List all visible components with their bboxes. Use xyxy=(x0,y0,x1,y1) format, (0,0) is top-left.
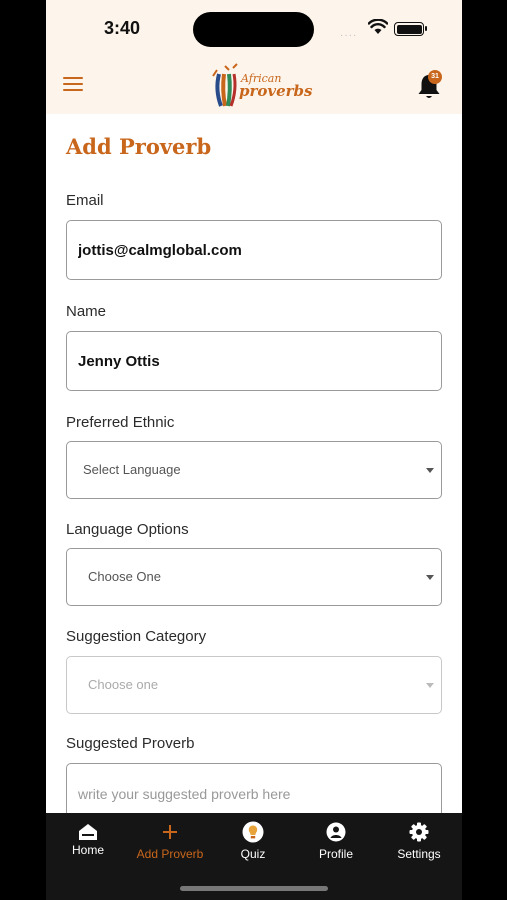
name-label: Name xyxy=(66,303,107,320)
suggestion-category-label: Suggestion Category xyxy=(66,628,207,645)
wifi-icon xyxy=(368,19,388,34)
language-options-select[interactable]: Choose One xyxy=(66,548,442,606)
suggestion-category-select[interactable]: Choose one xyxy=(66,656,442,714)
tab-settings[interactable]: Settings xyxy=(379,821,459,861)
language-options-value: Choose One xyxy=(88,569,161,584)
tab-home-label: Home xyxy=(71,843,104,857)
gear-icon xyxy=(409,822,429,842)
notification-badge: 31 xyxy=(428,70,442,84)
status-time: 3:40 xyxy=(104,18,141,38)
tab-quiz-label: Quiz xyxy=(240,847,266,861)
tab-add-proverb[interactable]: Add Proverb xyxy=(130,821,210,861)
chevron-down-icon xyxy=(426,575,434,580)
profile-icon xyxy=(326,822,346,842)
suggestion-category-value: Choose one xyxy=(88,677,159,692)
dynamic-island xyxy=(193,12,314,47)
tab-home[interactable]: Home xyxy=(48,821,128,857)
logo-figure-icon xyxy=(212,63,238,107)
home-icon xyxy=(79,824,97,840)
language-options-label: Language Options xyxy=(66,521,189,538)
chevron-down-icon xyxy=(426,468,434,473)
signal-icon: ···· xyxy=(340,30,358,41)
tab-quiz[interactable]: Quiz xyxy=(213,821,293,861)
logo-text-line2: proverbs xyxy=(239,82,313,100)
add-proverb-form: Add Proverb Email Name Preferred Ethnic … xyxy=(46,114,462,814)
quiz-bulb-icon xyxy=(242,821,264,843)
app-screen: 3:40 ···· African proverbs 31 Add Prover… xyxy=(46,0,462,900)
tab-settings-label: Settings xyxy=(397,847,441,861)
chevron-down-icon xyxy=(426,683,434,688)
battery-icon xyxy=(394,22,427,36)
suggested-proverb-textarea[interactable] xyxy=(66,763,442,814)
home-indicator xyxy=(180,886,328,891)
tab-profile-label: Profile xyxy=(318,847,353,861)
tab-profile[interactable]: Profile xyxy=(296,821,376,861)
email-field[interactable] xyxy=(66,220,442,280)
preferred-ethnic-select[interactable]: Select Language xyxy=(66,441,442,499)
preferred-ethnic-label: Preferred Ethnic xyxy=(66,414,175,431)
page-title: Add Proverb xyxy=(66,134,212,159)
hamburger-menu-icon[interactable] xyxy=(63,76,85,92)
suggested-proverb-label: Suggested Proverb xyxy=(66,735,195,752)
notifications-button[interactable]: 31 xyxy=(416,70,442,100)
name-field[interactable] xyxy=(66,331,442,391)
preferred-ethnic-value: Select Language xyxy=(83,462,181,477)
app-logo: African proverbs xyxy=(211,58,313,110)
plus-icon xyxy=(163,825,177,839)
email-label: Email xyxy=(66,192,104,209)
app-header: 3:40 ···· African proverbs 31 xyxy=(46,0,462,114)
tab-add-proverb-label: Add Proverb xyxy=(136,847,204,861)
